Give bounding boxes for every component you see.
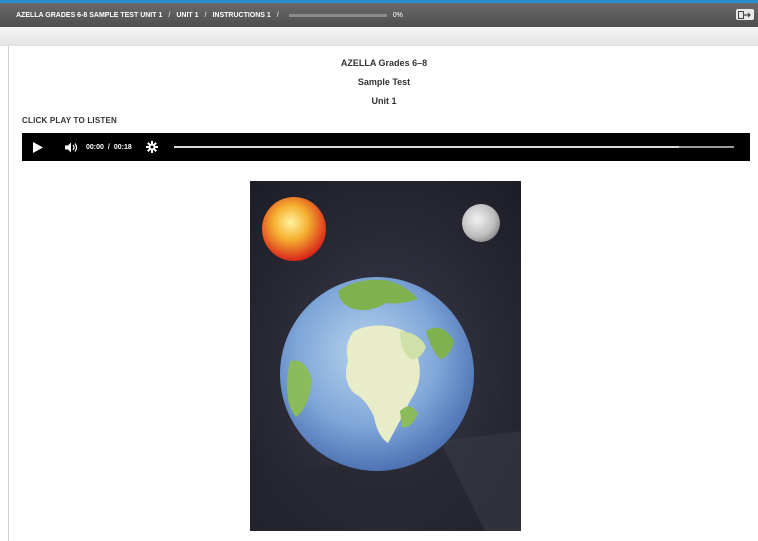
- gear-icon[interactable]: [145, 141, 158, 153]
- progress-bar: [288, 13, 387, 17]
- breadcrumb-instructions[interactable]: INSTRUCTIONS 1: [212, 12, 270, 19]
- test-subtitle: Sample Test: [357, 77, 411, 87]
- top-toolbar: AZELLA GRADES 6-8 SAMPLE TEST UNIT 1 / U…: [0, 0, 758, 27]
- earth-sun-moon-drawing: [250, 181, 521, 531]
- test-title: AZELLA Grades 6–8: [340, 58, 428, 68]
- breadcrumb-unit[interactable]: UNIT 1: [176, 12, 198, 19]
- breadcrumb-separator: /: [168, 11, 171, 19]
- duration: 00:18: [113, 143, 132, 151]
- secondary-toolbar: [0, 27, 758, 46]
- test-content: AZELLA Grades 6–8 Sample Test Unit 1 CLI…: [8, 46, 758, 541]
- play-icon[interactable]: [33, 141, 43, 153]
- breadcrumb-separator: /: [276, 11, 279, 19]
- seek-bar[interactable]: [173, 146, 734, 148]
- current-time: 00:00: [86, 143, 104, 151]
- time-separator: /: [107, 143, 110, 151]
- seek-buffered: [173, 146, 679, 148]
- unit-title: Unit 1: [371, 96, 397, 106]
- breadcrumb-separator: /: [204, 11, 207, 19]
- listen-instruction: CLICK PLAY TO LISTEN: [22, 116, 117, 125]
- progress-percent: 0%: [392, 11, 403, 19]
- volume-icon[interactable]: [65, 141, 78, 153]
- exit-icon[interactable]: [736, 9, 754, 20]
- audio-player: 00:00 / 00:18: [22, 133, 750, 161]
- breadcrumb-test[interactable]: AZELLA GRADES 6-8 SAMPLE TEST UNIT 1: [16, 12, 162, 19]
